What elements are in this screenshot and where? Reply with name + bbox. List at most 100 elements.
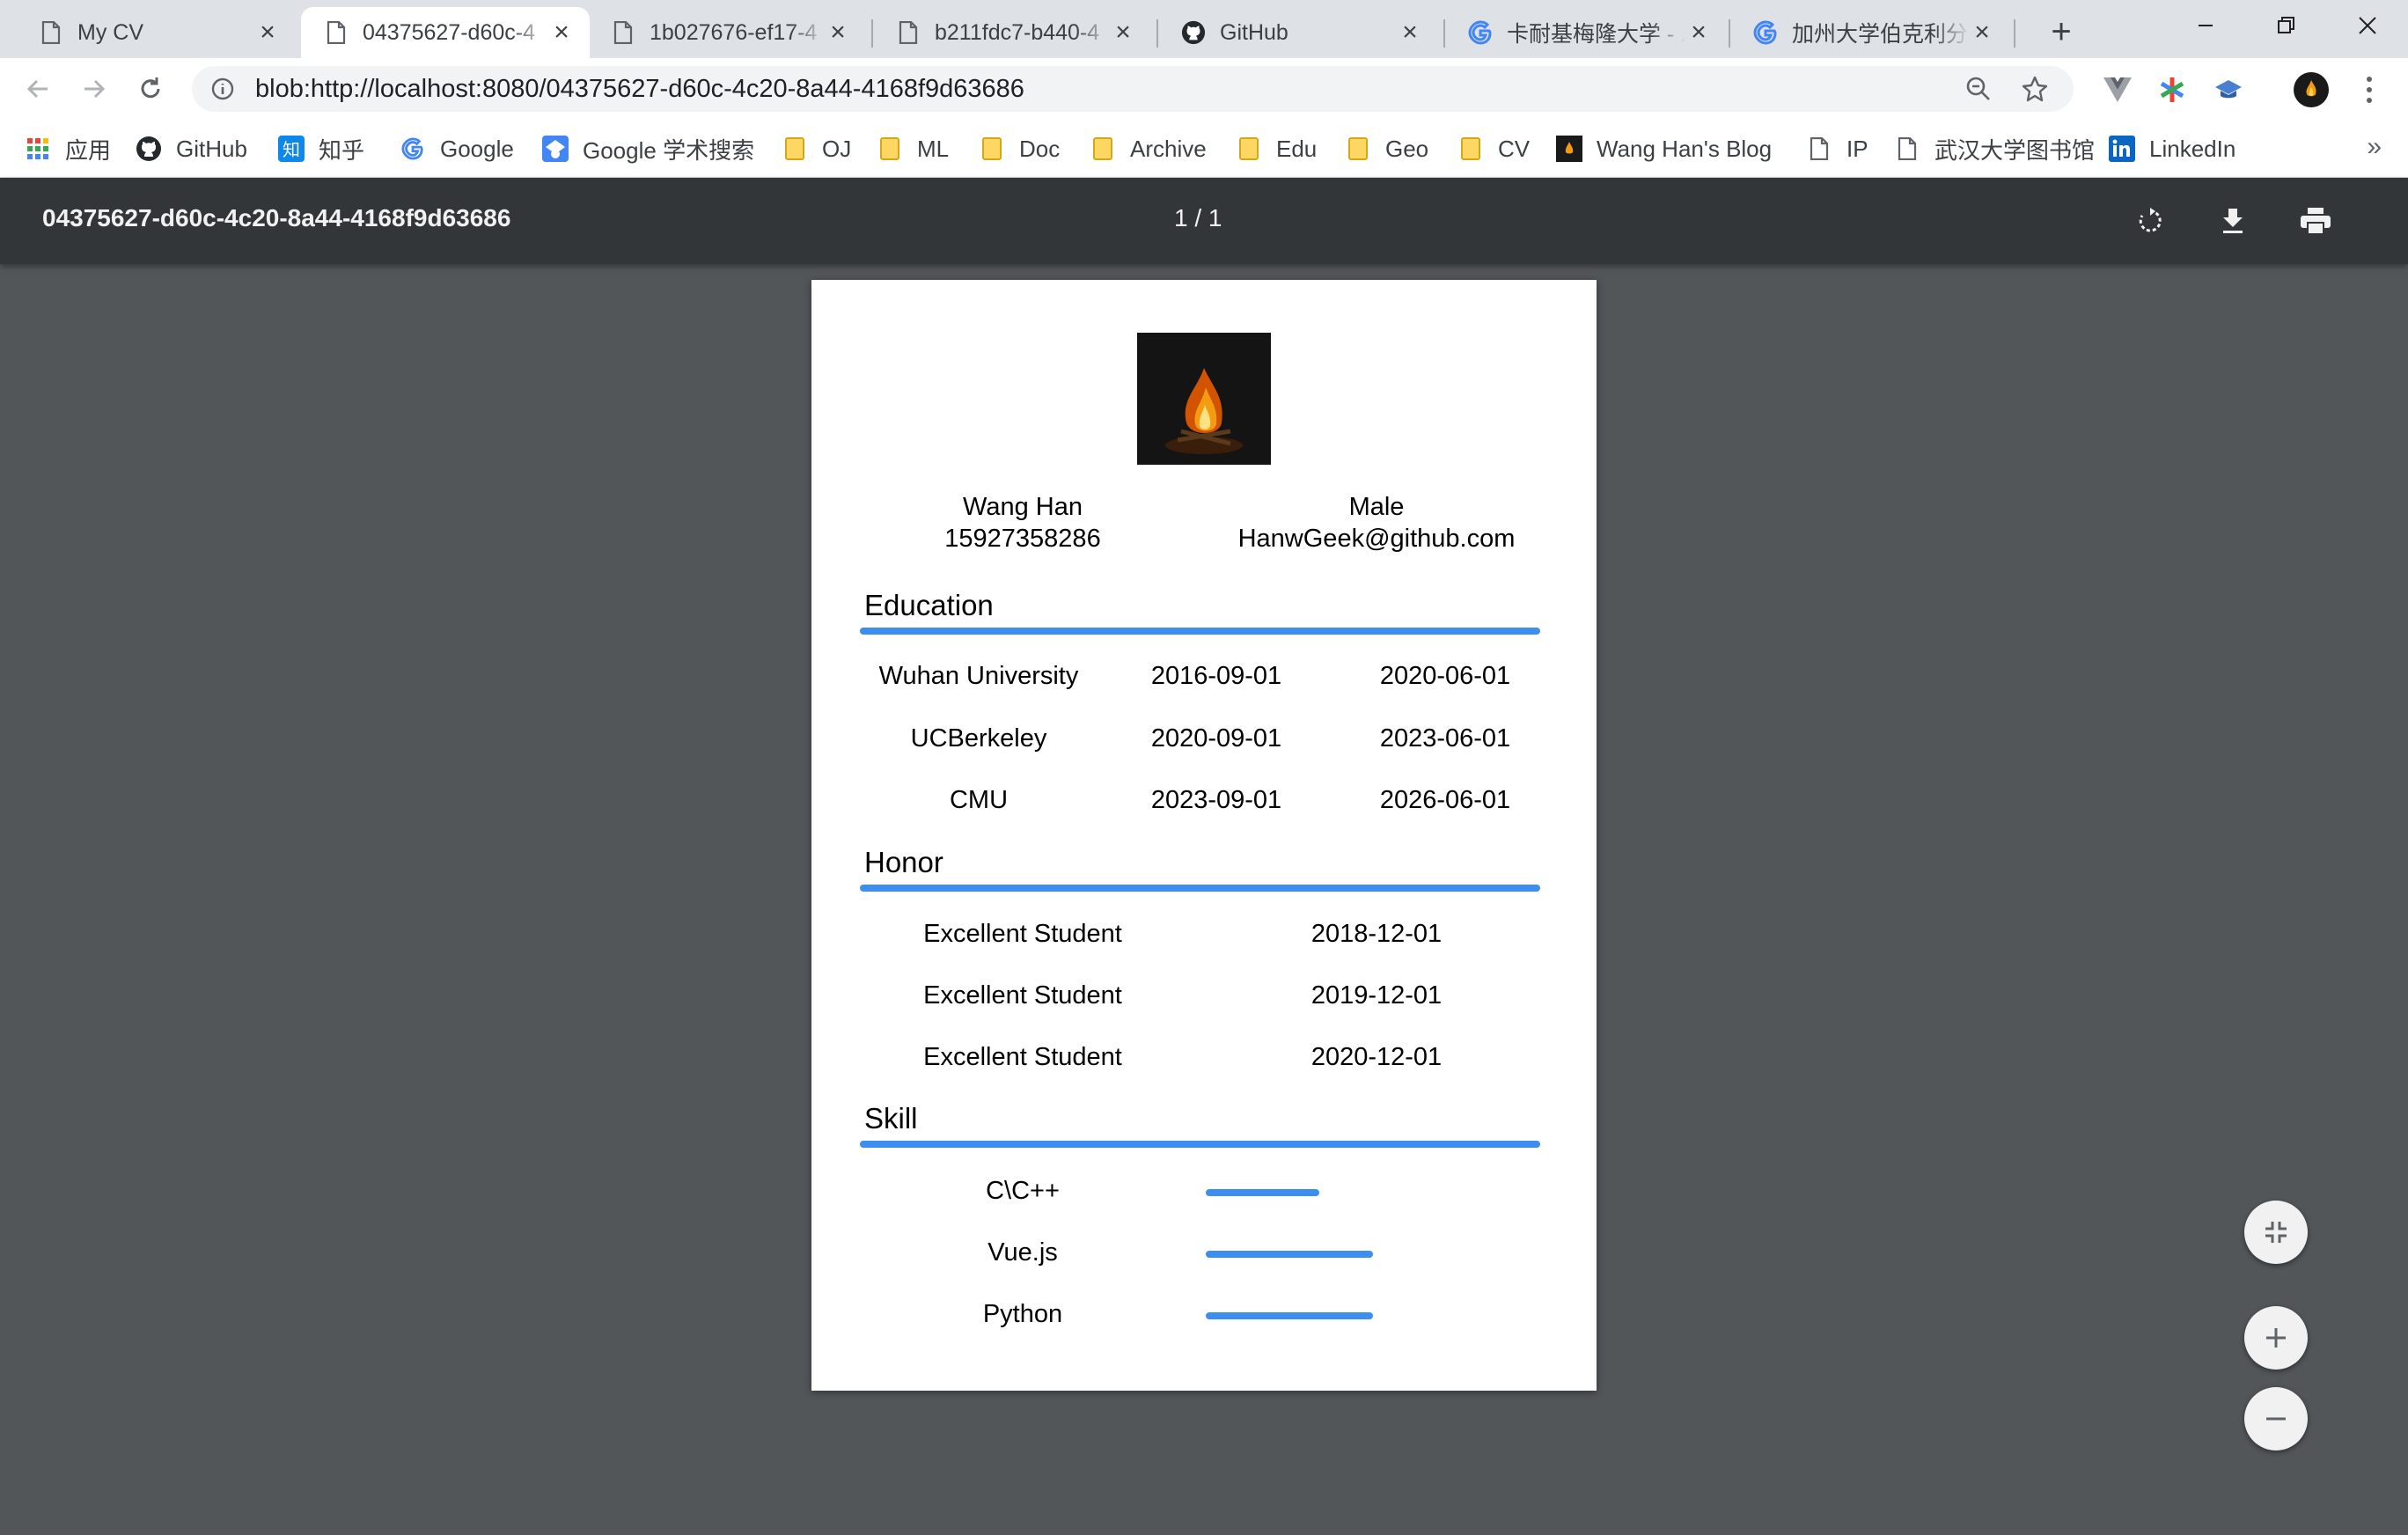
pdf-document-title: 04375627-d60c-4c20-8a44-4168f9d63686 — [42, 204, 511, 231]
bookmark-zhihu[interactable]: 知 知乎 — [278, 130, 364, 167]
zoom-in-button[interactable] — [2244, 1306, 2308, 1370]
address-bar[interactable]: blob:http://localhost:8080/04375627-d60c… — [192, 66, 2074, 112]
pdf-page: Wang Han 15927358286 Male HanwGeek@githu… — [811, 280, 1597, 1391]
plus-icon: + — [2051, 11, 2072, 51]
profile-photo — [1137, 333, 1271, 465]
document-icon — [1806, 136, 1832, 162]
more-bookmarks-button[interactable]: » — [2367, 132, 2382, 162]
education-school: UCBerkeley — [910, 724, 1047, 753]
tab-1b027676[interactable]: 1b027676-ef17-4 × — [588, 7, 866, 58]
bookmark-google[interactable]: Google — [400, 130, 514, 167]
close-icon[interactable]: × — [255, 19, 280, 46]
download-button[interactable] — [2211, 199, 2255, 243]
linkedin-icon — [2109, 136, 2135, 162]
tab-title: 卡耐基梅隆大学 - ... — [1507, 22, 1686, 47]
zoom-out-button[interactable] — [2244, 1387, 2308, 1451]
close-icon[interactable]: × — [1111, 19, 1135, 46]
menu-button[interactable] — [2350, 70, 2389, 109]
fit-to-page-button[interactable] — [2244, 1201, 2308, 1264]
asterisk-extension-icon[interactable] — [2153, 70, 2191, 109]
close-icon[interactable]: × — [1686, 19, 1711, 46]
reload-icon — [141, 77, 160, 99]
new-tab-button[interactable]: + — [2040, 11, 2082, 53]
bookmark-github[interactable]: GitHub — [136, 130, 247, 167]
rotate-button[interactable] — [2128, 199, 2172, 243]
tab-active-pdf[interactable]: 04375627-d60c-4 × — [301, 7, 590, 58]
honor-date: 2019-12-01 — [1310, 981, 1443, 1010]
bookmark-folder-ml[interactable]: ML — [877, 130, 949, 167]
minimize-button[interactable] — [2165, 0, 2246, 51]
document-icon — [611, 20, 635, 45]
reload-button[interactable] — [127, 65, 174, 113]
bookmark-label: OJ — [822, 135, 852, 162]
tab-github[interactable]: GitHub × — [1158, 7, 1438, 58]
bookmark-label: Edu — [1276, 135, 1318, 162]
folder-icon — [782, 136, 808, 162]
page-indicator: 1 / 1 — [1174, 204, 1222, 231]
section-title-honor: Honor — [864, 846, 943, 878]
skill-level-bar — [1206, 1189, 1319, 1196]
info-icon[interactable] — [209, 76, 236, 102]
download-icon — [2223, 209, 2243, 233]
section-divider — [860, 1141, 1540, 1148]
honor-date: 2020-12-01 — [1310, 1043, 1443, 1071]
close-icon[interactable]: × — [549, 19, 574, 46]
tab-cmu[interactable]: 卡耐基梅隆大学 - ... × — [1445, 7, 1727, 58]
rotate-icon — [2139, 208, 2162, 232]
tab-b211fdc7[interactable]: b211fdc7-b440-4 × — [873, 7, 1151, 58]
tab-title: b211fdc7-b440-4 — [935, 19, 1100, 45]
profile-contact-block: Male HanwGeek@github.com — [1209, 491, 1544, 555]
restore-button[interactable] — [2246, 0, 2327, 51]
education-school: Wuhan University — [878, 662, 1079, 690]
zoom-icon[interactable] — [1961, 71, 1996, 106]
star-icon[interactable] — [2017, 71, 2052, 106]
folder-icon — [1345, 136, 1371, 162]
bookmark-folder-oj[interactable]: OJ — [782, 130, 851, 167]
section-divider — [860, 885, 1540, 892]
folder-icon — [979, 136, 1005, 162]
google-icon — [1753, 20, 1778, 45]
bookmark-apps[interactable]: 应用 — [25, 130, 111, 167]
browser-toolbar: blob:http://localhost:8080/04375627-d60c… — [0, 58, 2408, 120]
profile-avatar[interactable] — [2292, 70, 2331, 109]
close-icon[interactable]: × — [826, 19, 850, 46]
vue-devtools-icon[interactable] — [2098, 70, 2137, 109]
bookmark-blog[interactable]: Wang Han's Blog — [1556, 130, 1772, 167]
bookmark-google-scholar[interactable]: Google 学术搜索 — [542, 130, 754, 167]
bookmark-folder-cv[interactable]: CV — [1457, 130, 1530, 167]
back-button[interactable] — [14, 65, 62, 113]
close-icon[interactable]: × — [1970, 19, 1994, 46]
bookmark-whu-library[interactable]: 武汉大学图书馆 — [1894, 130, 2095, 167]
print-button[interactable] — [2294, 199, 2338, 243]
bookmark-label: IP — [1846, 135, 1868, 162]
profile-name-block: Wang Han 15927358286 — [899, 491, 1146, 555]
bookmark-label: GitHub — [176, 135, 247, 162]
restore-icon — [2278, 17, 2294, 33]
blog-fire-icon — [1556, 136, 1582, 162]
education-end: 2026-06-01 — [1379, 786, 1511, 814]
bookmark-folder-edu[interactable]: Edu — [1236, 130, 1317, 167]
bookmark-label: 武汉大学图书馆 — [1934, 136, 2096, 164]
skill-level-bar — [1206, 1312, 1373, 1319]
folder-icon — [1457, 136, 1484, 162]
bookmark-folder-doc[interactable]: Doc — [979, 130, 1060, 167]
bookmark-ip[interactable]: IP — [1806, 130, 1868, 167]
bookmark-linkedin[interactable]: LinkedIn — [2109, 130, 2235, 167]
close-icon[interactable]: × — [1398, 19, 1422, 46]
tab-berkeley[interactable]: 加州大学伯克利分校 × — [1730, 7, 2010, 58]
document-icon — [324, 20, 349, 45]
forward-arrow-icon — [84, 79, 106, 99]
apps-grid-icon — [25, 136, 51, 162]
graduation-cap-icon[interactable] — [2209, 70, 2248, 109]
close-window-button[interactable] — [2327, 0, 2408, 51]
folder-icon — [1090, 136, 1116, 162]
back-arrow-icon — [26, 79, 48, 99]
bookmark-folder-archive[interactable]: Archive — [1090, 130, 1207, 167]
section-divider — [860, 628, 1540, 635]
forward-button[interactable] — [70, 65, 118, 113]
bookmark-folder-geo[interactable]: Geo — [1345, 130, 1428, 167]
minus-icon — [2266, 1417, 2286, 1421]
github-icon — [136, 136, 162, 162]
tab-my-cv[interactable]: My CV × — [16, 7, 296, 58]
profile-name: Wang Han — [963, 493, 1083, 521]
